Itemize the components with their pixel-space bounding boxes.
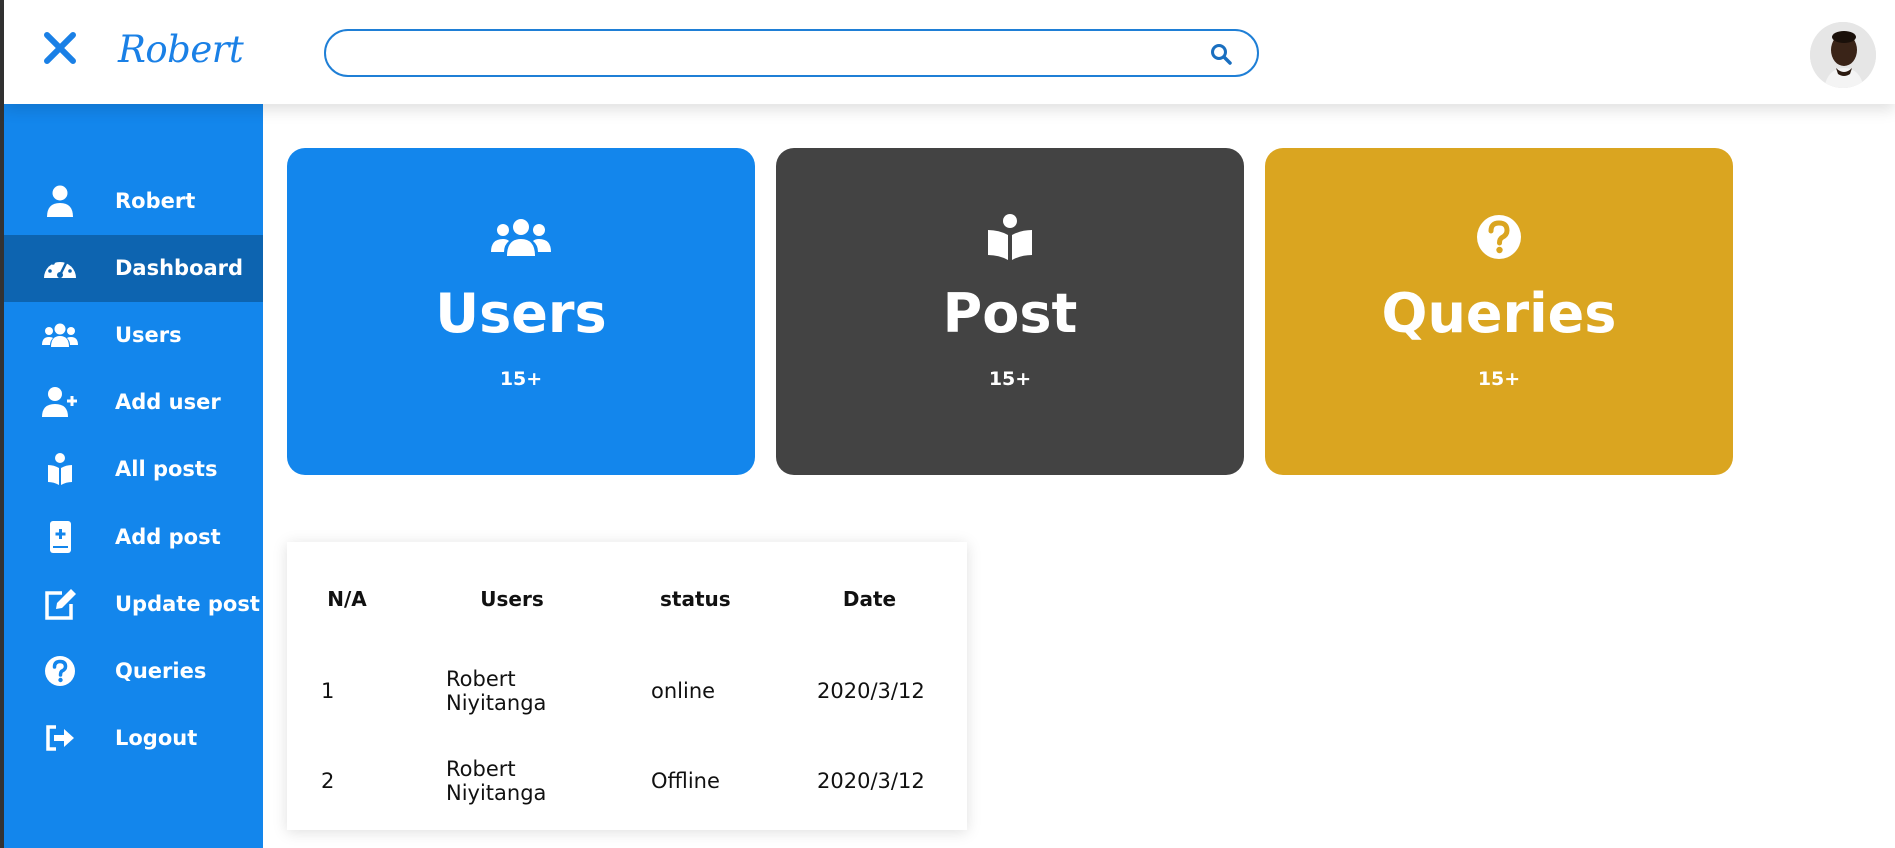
sidebar-item-label: Logout (115, 726, 198, 750)
cell-na: 2 (321, 769, 335, 793)
table-row: 2 Robert Niyitanga Offline 2020/3/12 (287, 736, 967, 826)
dashboard-icon (42, 251, 78, 285)
card-title: Post (942, 282, 1078, 345)
users-icon (491, 214, 551, 260)
close-icon (44, 32, 76, 64)
sidebar-item-queries[interactable]: Queries (4, 638, 263, 705)
cell-status: Offline (651, 769, 720, 793)
sidebar-item-logout[interactable]: Logout (4, 705, 263, 772)
cell-user: Robert Niyitanga (446, 667, 547, 715)
search-icon[interactable] (1209, 42, 1233, 66)
card-title: Queries (1381, 282, 1617, 345)
card-count: 15+ (988, 368, 1032, 390)
sidebar: Robert Dashboard Users Add user All post… (4, 104, 263, 848)
users-table-panel: N/A Users status Date 1 Robert Niyitanga… (287, 542, 967, 830)
question-circle-icon (42, 654, 78, 688)
column-header-na: N/A (327, 587, 367, 611)
search-input[interactable] (346, 39, 1186, 67)
column-header-status: status (660, 587, 731, 611)
avatar-portrait-icon (1810, 22, 1876, 88)
sidebar-item-label: All posts (115, 457, 218, 481)
sidebar-item-label: Robert (115, 189, 196, 213)
users-icon (42, 318, 78, 352)
table-header-row: N/A Users status Date (287, 542, 967, 646)
brand-logo[interactable]: Robert (118, 28, 244, 71)
sidebar-item-label: Users (115, 323, 182, 347)
sidebar-item-add-post[interactable]: Add post (4, 504, 263, 571)
users-table: N/A Users status Date 1 Robert Niyitanga… (287, 542, 967, 826)
top-header: Robert (4, 0, 1895, 104)
book-reader-icon (980, 214, 1040, 260)
sidebar-item-update-post[interactable]: Update post (4, 571, 263, 638)
user-plus-icon (42, 385, 78, 419)
card-count: 15+ (499, 368, 543, 390)
queries-card[interactable]: Queries 15+ (1265, 148, 1733, 475)
cell-na: 1 (321, 679, 335, 703)
sidebar-item-label: Dashboard (115, 256, 244, 280)
sidebar-item-label: Update post (115, 592, 260, 616)
card-count: 15+ (1477, 368, 1521, 390)
cell-user: Robert Niyitanga (446, 757, 547, 805)
sidebar-item-label: Add user (115, 390, 221, 414)
user-icon (42, 184, 78, 218)
edit-icon (42, 587, 78, 621)
sidebar-item-label: Queries (115, 659, 207, 683)
question-circle-icon (1469, 214, 1529, 260)
close-sidebar-button[interactable] (42, 30, 78, 66)
sidebar-item-dashboard[interactable]: Dashboard (4, 235, 263, 302)
cell-date: 2020/3/12 (817, 679, 925, 703)
sidebar-item-all-posts[interactable]: All posts (4, 436, 263, 503)
sidebar-item-label: Add post (115, 525, 221, 549)
column-header-date: Date (842, 587, 897, 611)
column-header-users: Users (480, 587, 544, 611)
search-bar[interactable] (324, 29, 1259, 77)
logout-icon (42, 721, 78, 755)
book-plus-icon (42, 520, 78, 554)
book-reader-icon (42, 452, 78, 486)
table-row: 1 Robert Niyitanga online 2020/3/12 (287, 646, 967, 736)
user-avatar[interactable] (1810, 22, 1876, 88)
users-card[interactable]: Users 15+ (287, 148, 755, 475)
post-card[interactable]: Post 15+ (776, 148, 1244, 475)
sidebar-item-users[interactable]: Users (4, 302, 263, 369)
card-title: Users (435, 282, 607, 345)
cell-date: 2020/3/12 (817, 769, 925, 793)
sidebar-item-add-user[interactable]: Add user (4, 369, 263, 436)
cell-status: online (651, 679, 716, 703)
sidebar-item-profile[interactable]: Robert (4, 168, 263, 235)
